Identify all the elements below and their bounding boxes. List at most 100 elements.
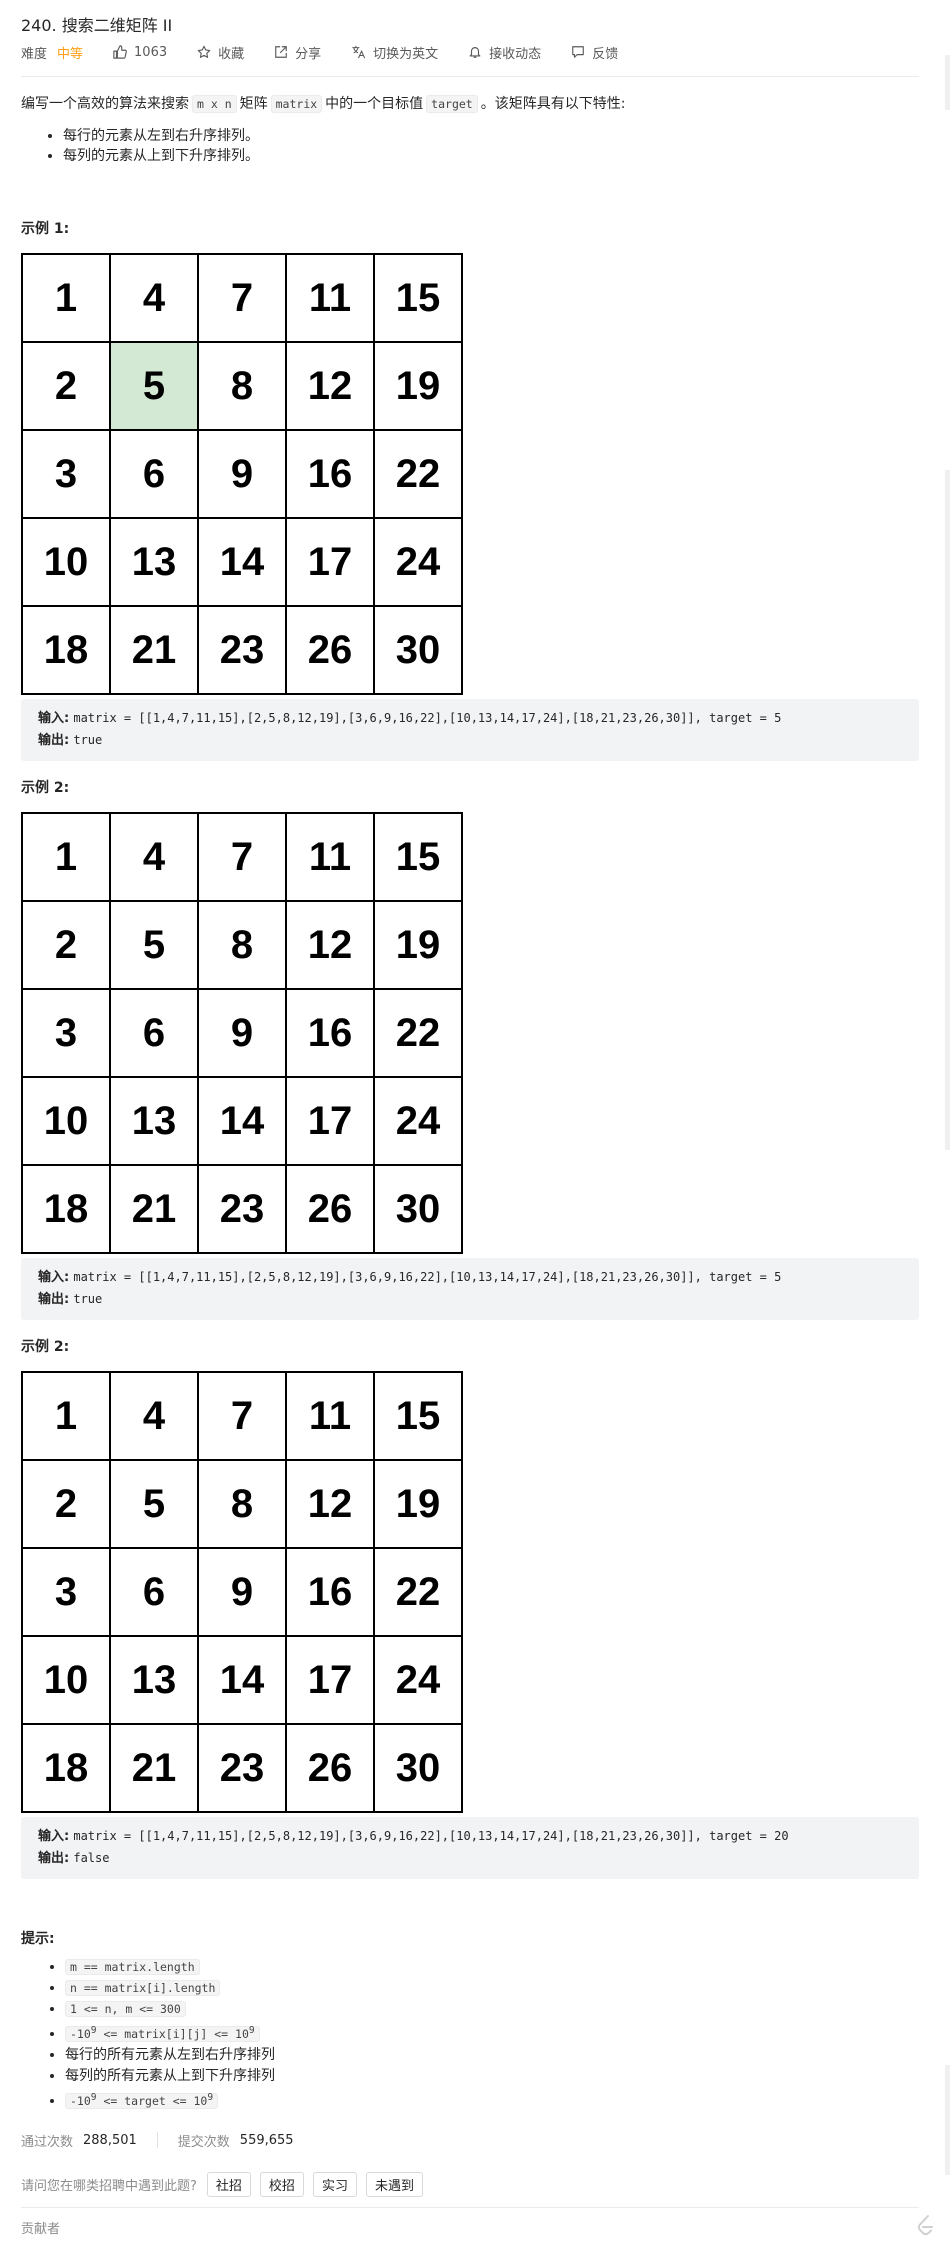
matrix-row: 2 5 8 12 19 (21, 1459, 463, 1549)
tag-internship[interactable]: 实习 (312, 2171, 357, 2197)
matrix-cell: 5 (109, 1459, 199, 1549)
input-label: 输入: (38, 711, 70, 726)
matrix-cell: 11 (285, 1371, 375, 1461)
example-title: 示例 1: (21, 221, 70, 237)
matrix-cell: 2 (21, 1459, 111, 1549)
switch-language-button[interactable]: 切换为英文 (351, 43, 438, 62)
hints-list: m == matrix.length n == matrix[i].length… (21, 1957, 275, 2112)
input-value: matrix = [[1,4,7,11,15],[2,5,8,12,19],[3… (73, 1270, 782, 1284)
matrix-cell: 26 (285, 1723, 375, 1813)
matrix-cell-target: 5 (109, 341, 199, 431)
properties-list: 每行的元素从左到右升序排列。 每列的元素从上到下升序排列。 (21, 126, 259, 166)
difficulty-badge: 中等 (57, 46, 84, 62)
code-matrix: matrix (270, 95, 323, 113)
hints-title: 提示: (21, 1931, 55, 1947)
matrix-cell: 1 (21, 253, 111, 343)
hint-item: 每列的所有元素从上到下升序排列 (65, 2066, 275, 2087)
submitted-count: 559,655 (239, 2132, 294, 2148)
example-output: 输出: false (38, 1847, 109, 1866)
scrollbar-track[interactable] (945, 55, 950, 110)
contributors-label: 贡献者 (21, 2222, 61, 2237)
subscribe-label: 接收动态 (489, 46, 542, 62)
example-output: 输出: true (38, 729, 102, 748)
matrix-cell: 18 (21, 605, 111, 695)
matrix-cell: 12 (285, 1459, 375, 1549)
output-label: 输出: (38, 1292, 70, 1307)
example-input: 输入: matrix = [[1,4,7,11,15],[2,5,8,12,19… (38, 707, 781, 726)
matrix-row: 10 13 14 17 24 (21, 517, 463, 607)
matrix-row: 2 5 8 12 19 (21, 341, 463, 431)
hint-code-part: -10 (70, 2093, 91, 2108)
matrix-cell: 10 (21, 1635, 111, 1725)
matrix-cell: 24 (373, 517, 463, 607)
favorite-button[interactable]: 收藏 (197, 43, 244, 62)
matrix-cell: 21 (109, 1723, 199, 1813)
example-input: 输入: matrix = [[1,4,7,11,15],[2,5,8,12,19… (38, 1266, 781, 1285)
leetcode-logo-icon (917, 2215, 933, 2236)
bell-icon (469, 47, 481, 58)
list-item: 每列的元素从上到下升序排列。 (63, 146, 259, 166)
accepted-count: 288,501 (83, 2132, 137, 2148)
hint-item: n == matrix[i].length (65, 1978, 275, 1999)
matrix-row: 18 21 23 26 30 (21, 1723, 463, 1813)
matrix-row: 10 13 14 17 24 (21, 1635, 463, 1725)
matrix-row: 10 13 14 17 24 (21, 1076, 463, 1166)
matrix-cell: 18 (21, 1164, 111, 1254)
output-label: 输出: (38, 733, 70, 748)
matrix-cell: 14 (197, 517, 287, 607)
matrix-cell: 14 (197, 1635, 287, 1725)
feedback-button[interactable]: 反馈 (571, 43, 618, 62)
problem-intro: 编写一个高效的算法来搜索 m x n 矩阵 matrix 中的一个目标值 target 。该… (21, 93, 625, 113)
matrix-cell: 19 (373, 341, 463, 431)
share-icon (275, 46, 287, 58)
tag-campus-recruit[interactable]: 校招 (259, 2171, 304, 2197)
subscribe-button[interactable]: 接收动态 (468, 43, 541, 62)
survey-question: 请问您在哪类招聘中遇到此题? (21, 2178, 197, 2194)
matrix-row: 2 5 8 12 19 (21, 900, 463, 990)
matrix-cell: 10 (21, 517, 111, 607)
example-input: 输入: matrix = [[1,4,7,11,15],[2,5,8,12,19… (38, 1825, 789, 1844)
tag-social-recruit[interactable]: 社招 (206, 2171, 251, 2197)
scrollbar-track[interactable] (945, 2065, 950, 2175)
matrix-cell: 22 (373, 429, 463, 519)
like-button[interactable]: 1063 (113, 45, 167, 60)
matrix-cell: 19 (373, 900, 463, 990)
matrix-cell: 26 (285, 1164, 375, 1254)
matrix-cell: 8 (197, 900, 287, 990)
output-value: true (73, 733, 103, 747)
matrix-cell: 3 (21, 988, 111, 1078)
star-icon (197, 45, 211, 58)
input-label: 输入: (38, 1829, 70, 1844)
matrix-cell: 18 (21, 1723, 111, 1813)
matrix-cell: 11 (285, 253, 375, 343)
matrix-cell: 1 (21, 812, 111, 902)
matrix-cell: 15 (373, 812, 463, 902)
stats-divider (156, 2132, 158, 2148)
matrix-cell: 12 (285, 341, 375, 431)
matrix-row: 18 21 23 26 30 (21, 1164, 463, 1254)
hint-exponent: 9 (248, 2025, 255, 2036)
tag-not-encountered[interactable]: 未遇到 (365, 2171, 423, 2197)
problem-title: 240. 搜索二维矩阵 II (21, 16, 173, 35)
example-title: 示例 2: (21, 780, 70, 796)
matrix-cell: 15 (373, 253, 463, 343)
scrollbar-thumb[interactable] (945, 470, 950, 1150)
hint-item: -109 <= target <= 109 (65, 2087, 275, 2112)
matrix-cell: 21 (109, 605, 199, 695)
hint-code: -109 <= target <= 109 (65, 2091, 219, 2109)
example-output: 输出: true (38, 1288, 102, 1307)
example-io-box: 输入: matrix = [[1,4,7,11,15],[2,5,8,12,19… (21, 1258, 919, 1320)
matrix-cell: 1 (21, 1371, 111, 1461)
hint-code: 1 <= n, m <= 300 (65, 2001, 186, 2017)
intro-text: 矩阵 (239, 96, 268, 112)
share-button[interactable]: 分享 (274, 43, 321, 62)
matrix-cell: 4 (109, 253, 199, 343)
matrix-cell: 12 (285, 900, 375, 990)
like-count: 1063 (134, 44, 168, 60)
matrix-cell: 16 (285, 429, 375, 519)
hint-exponent: 9 (207, 2091, 214, 2103)
matrix-cell: 22 (373, 1547, 463, 1637)
matrix-cell: 6 (109, 1547, 199, 1637)
switch-language-label: 切换为英文 (373, 46, 439, 62)
divider (21, 2207, 919, 2208)
